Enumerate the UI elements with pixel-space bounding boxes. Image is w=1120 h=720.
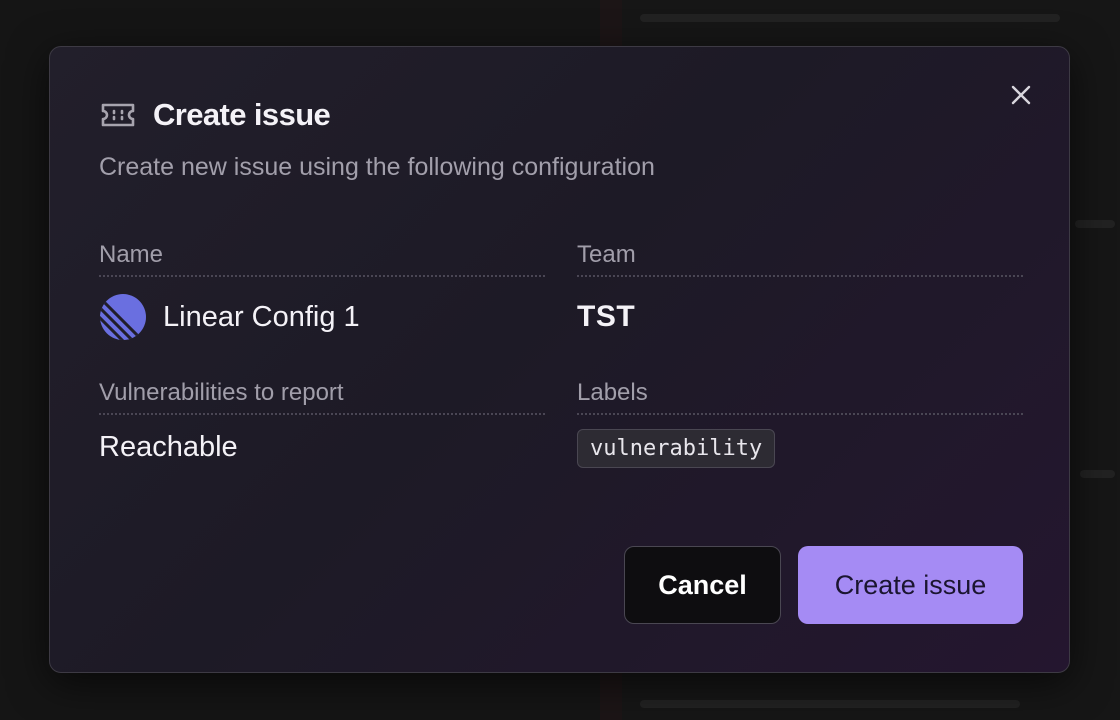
ticket-icon [99,100,137,130]
vulnerabilities-value: Reachable [99,431,238,463]
background-text-line [1075,220,1115,228]
dialog-header: Create issue [99,97,331,133]
name-value: Linear Config 1 [163,300,360,333]
team-value: TST [577,300,636,333]
name-label: Name [99,241,545,277]
name-field: Name Linear Config 1 [99,241,545,341]
dialog-title: Create issue [153,97,331,132]
vulnerabilities-field: Vulnerabilities to report Reachable [99,379,545,464]
labels-field: Labels vulnerability [577,379,1023,468]
dialog-subtitle: Create new issue using the following con… [99,153,655,181]
linear-logo-icon [100,294,146,340]
create-issue-button[interactable]: Create issue [798,546,1023,624]
cancel-button[interactable]: Cancel [624,546,781,624]
close-button[interactable] [1007,81,1035,109]
labels-label: Labels [577,379,1023,415]
background-text-line [640,700,1020,708]
close-icon [1011,85,1031,105]
team-label: Team [577,241,1023,277]
labels-value-row: vulnerability [577,429,1023,468]
team-value-row: TST [577,293,1023,341]
create-issue-dialog: Create issue Create new issue using the … [49,46,1070,673]
vulnerabilities-label: Vulnerabilities to report [99,379,545,415]
background-text-line [1080,470,1115,478]
team-field: Team TST [577,241,1023,341]
vulnerabilities-value-row: Reachable [99,431,545,464]
background-text-line [640,14,1060,22]
name-value-row: Linear Config 1 [99,293,545,341]
label-tag: vulnerability [577,429,776,468]
